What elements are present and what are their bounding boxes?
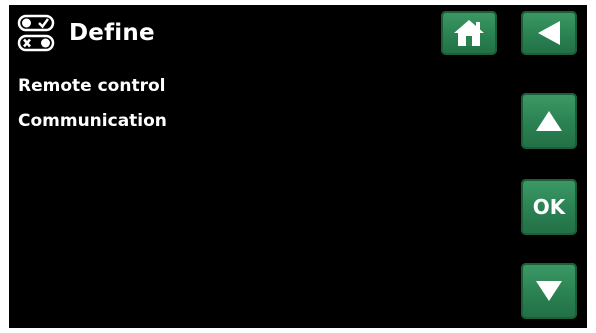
page-title: Define — [69, 20, 155, 46]
ok-label: OK — [532, 195, 566, 219]
back-button[interactable] — [521, 11, 577, 55]
menu-item-remote-control[interactable]: Remote control — [18, 69, 167, 104]
home-icon — [454, 20, 484, 46]
toggle-switches-icon — [17, 14, 55, 52]
ok-button[interactable]: OK — [521, 179, 577, 235]
header: Define — [17, 11, 155, 55]
home-button[interactable] — [441, 11, 497, 55]
scroll-down-button[interactable] — [521, 263, 577, 319]
menu-list: Remote control Communication — [18, 69, 167, 139]
arrow-down-icon — [536, 281, 562, 301]
display-screen: Define Remote control Communication OK — [9, 5, 587, 328]
scroll-up-button[interactable] — [521, 93, 577, 149]
arrow-up-icon — [536, 111, 562, 131]
menu-item-communication[interactable]: Communication — [18, 104, 167, 139]
back-arrow-icon — [538, 21, 560, 45]
